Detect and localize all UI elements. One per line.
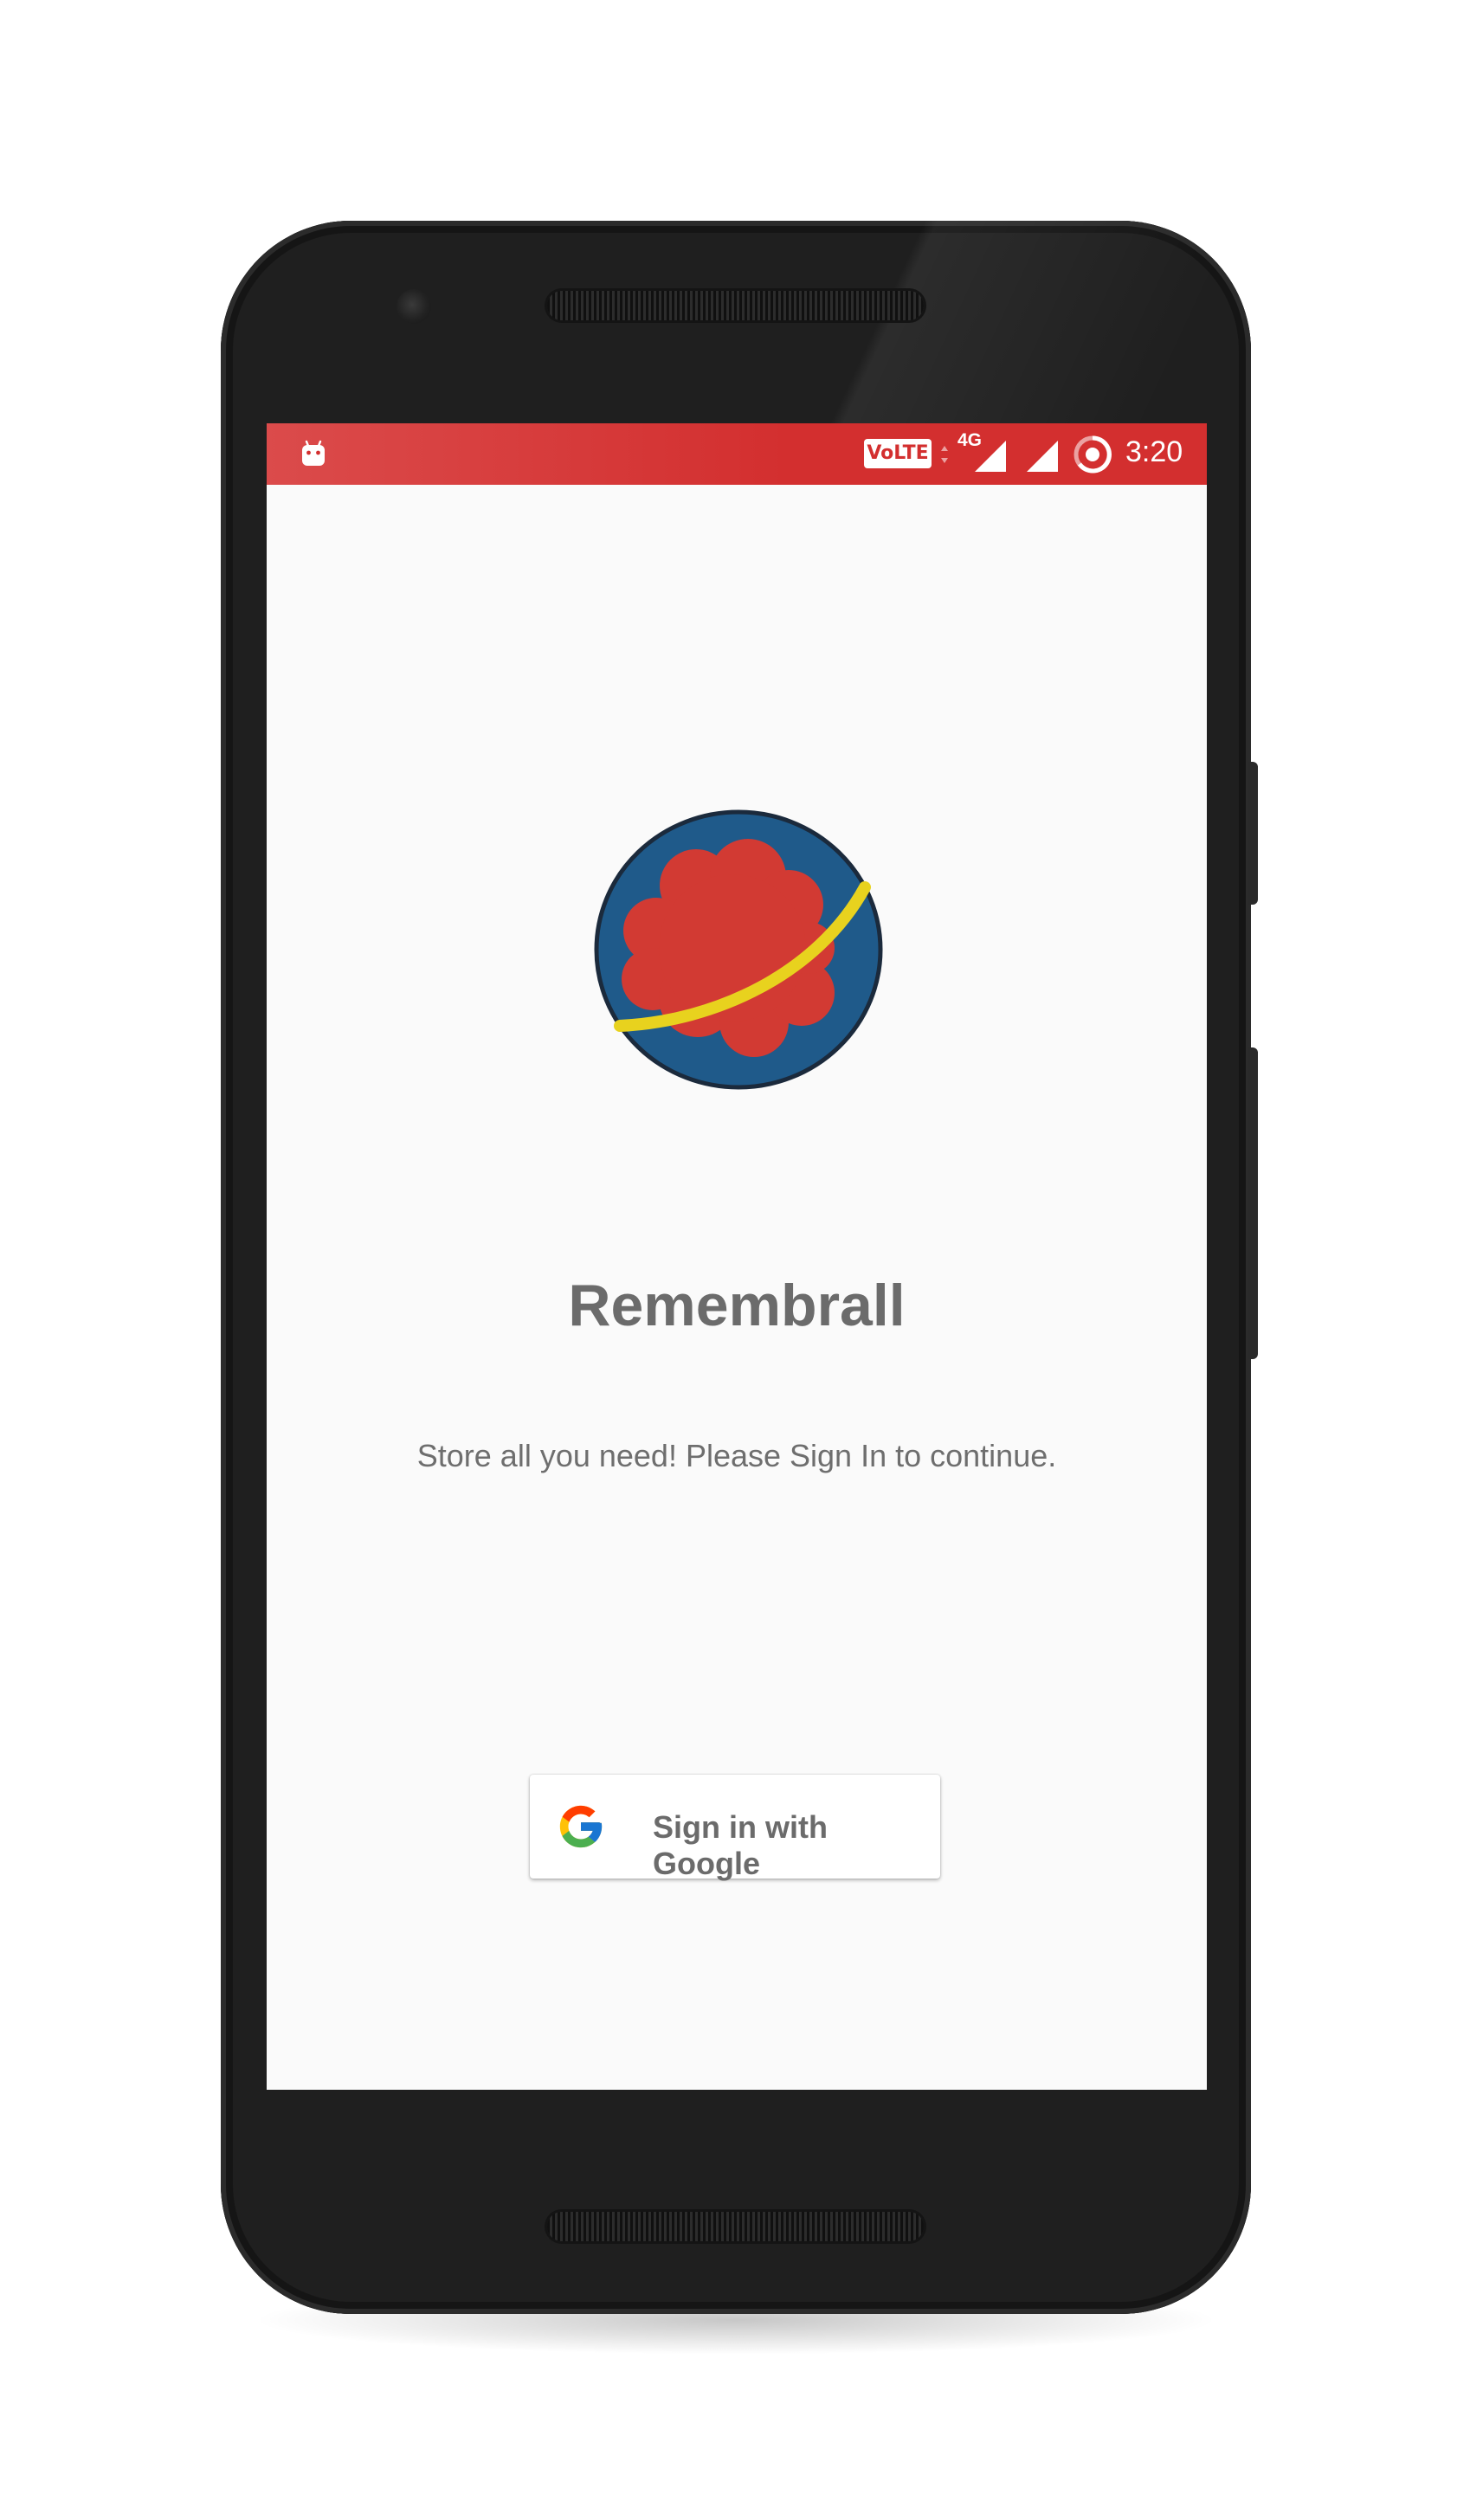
- volume-button: [1248, 1047, 1258, 1359]
- signal-4g-icon: [975, 441, 1006, 472]
- power-button: [1248, 762, 1258, 905]
- google-sign-in-label: Sign in with Google: [653, 1809, 828, 1881]
- google-g-icon: [559, 1805, 603, 1848]
- app-title: Remembrall: [568, 1273, 906, 1338]
- volte-icon: VoLTE: [864, 439, 932, 468]
- signal-icon: [1027, 441, 1058, 472]
- status-clock: 3:20: [1125, 435, 1183, 468]
- data-arrows-icon: [941, 446, 948, 463]
- battery-saver-icon: [1073, 435, 1112, 474]
- app-subtitle: Store all you need! Please Sign In to co…: [416, 1438, 1057, 1473]
- phone-screen: VoLTE 4G 3:20 Remembrall Store all you n…: [267, 423, 1207, 2090]
- android-debug-icon: [302, 440, 325, 466]
- remembrall-logo-icon: [594, 809, 883, 1090]
- front-camera: [397, 289, 431, 324]
- bottom-speaker-grille: [547, 2212, 924, 2241]
- google-sign-in-button[interactable]: Sign in with Google: [530, 1775, 940, 1881]
- top-speaker-grille: [547, 291, 924, 320]
- status-bar: VoLTE 4G 3:20: [267, 423, 1207, 485]
